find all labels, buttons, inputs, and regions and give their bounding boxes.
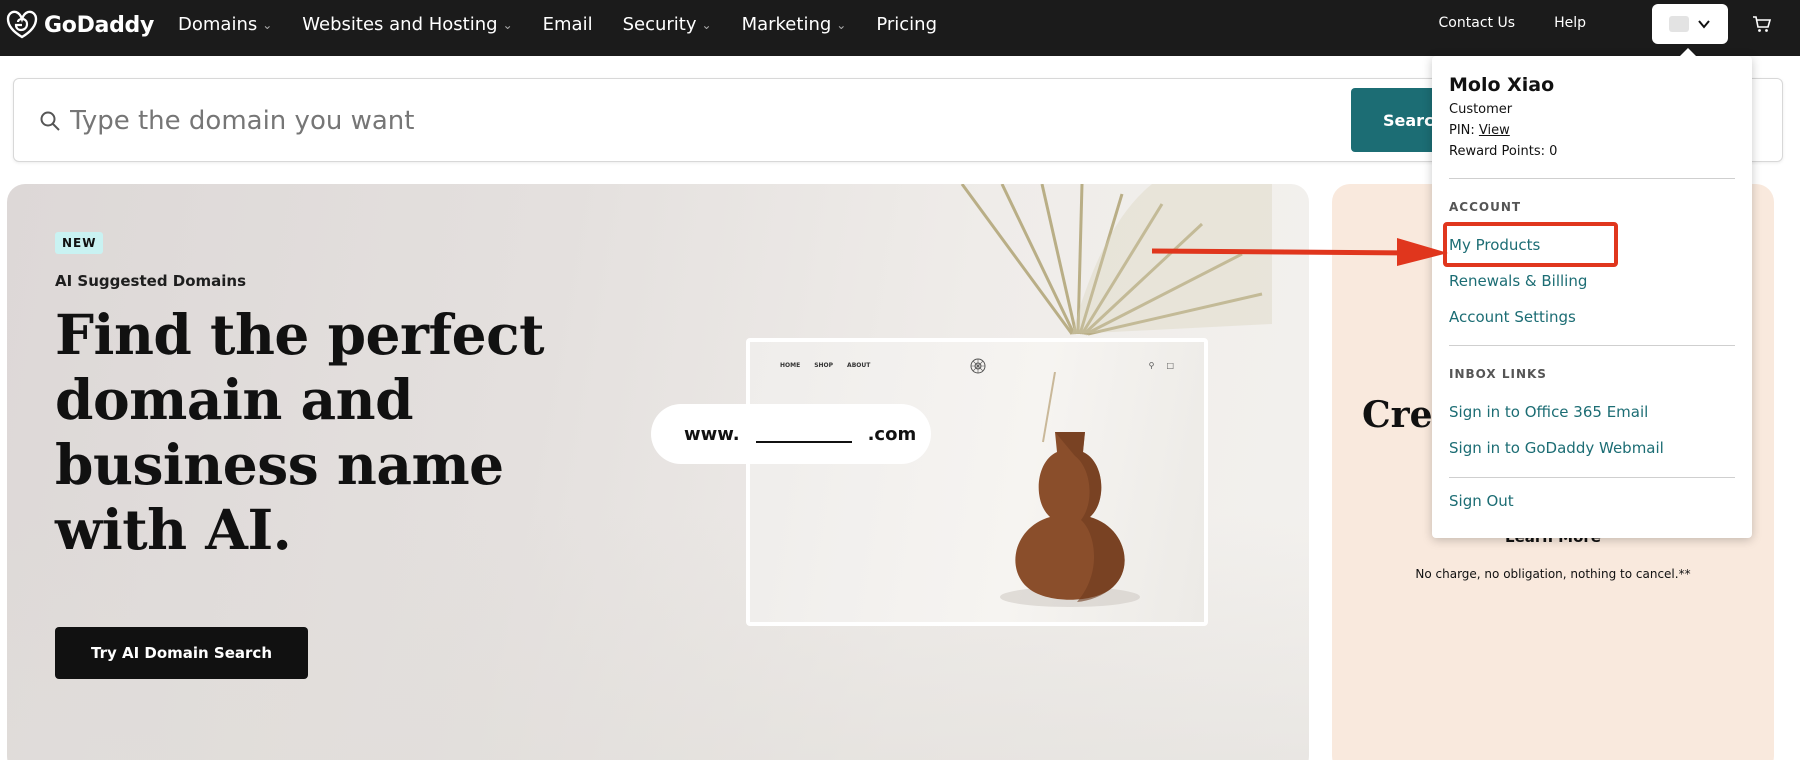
main-nav: Domains ⌄ Websites and Hosting ⌄ Email S… (178, 0, 937, 48)
chevron-down-icon: ⌄ (262, 18, 273, 32)
cart-icon: □ (1166, 361, 1174, 370)
nav-marketing[interactable]: Marketing ⌄ (742, 14, 847, 35)
customer-label: Customer (1449, 102, 1513, 117)
office-365-email-link[interactable]: Sign in to Office 365 Email (1449, 403, 1648, 421)
nav-email-label: Email (542, 13, 593, 35)
url-blank-line (755, 441, 852, 443)
new-badge: NEW (55, 232, 104, 254)
godaddy-logo[interactable]: GoDaddy (6, 9, 154, 41)
cart-icon[interactable] (1752, 14, 1772, 34)
promo-fine-print: No charge, no obligation, nothing to can… (1415, 567, 1691, 581)
website-mockup: HOME SHOP ABOUT ⚲ □ (746, 338, 1208, 626)
nav-websites-hosting-label: Websites and Hosting (302, 13, 498, 35)
mockup-icons: ⚲ □ (1149, 361, 1174, 370)
hero-subtitle: AI Suggested Domains (55, 272, 247, 290)
url-suffix: .com (867, 423, 917, 445)
godaddy-webmail-link[interactable]: Sign in to GoDaddy Webmail (1449, 439, 1664, 457)
search-icon: ⚲ (1148, 361, 1155, 370)
divider (1449, 477, 1735, 478)
brand-name: GoDaddy (44, 12, 155, 38)
account-menu-button[interactable] (1652, 4, 1728, 44)
mockup-nav-shop: SHOP (814, 362, 834, 369)
mockup-nav-about: ABOUT (847, 362, 871, 369)
avatar (1669, 16, 1689, 32)
nav-pricing-label: Pricing (876, 13, 938, 35)
dropdown-caret (1678, 48, 1698, 58)
chevron-down-icon (1698, 20, 1710, 29)
nav-websites-hosting[interactable]: Websites and Hosting ⌄ (302, 14, 512, 35)
account-section-heading: ACCOUNT (1449, 200, 1522, 214)
reward-points: Reward Points: 0 (1449, 144, 1558, 159)
nav-pricing[interactable]: Pricing (876, 14, 937, 35)
chevron-down-icon: ⌄ (836, 18, 847, 32)
inbox-links-heading: INBOX LINKS (1449, 367, 1547, 381)
try-ai-domain-search-button[interactable]: Try AI Domain Search (55, 627, 308, 679)
pin-label: PIN: (1449, 123, 1475, 138)
my-products-highlight-box (1443, 222, 1618, 267)
vase-image (1000, 372, 1140, 607)
account-dropdown: Molo Xiao Customer PIN: View Reward Poin… (1432, 56, 1752, 538)
nav-email[interactable]: Email (543, 14, 593, 35)
hero-banner: NEW AI Suggested Domains Find the perfec… (7, 184, 1309, 760)
nav-domains[interactable]: Domains ⌄ (178, 14, 272, 35)
domain-url-pill: www. .com (651, 404, 931, 464)
sign-out-link[interactable]: Sign Out (1449, 492, 1514, 510)
pin-row: PIN: View (1449, 123, 1510, 138)
nav-domains-label: Domains (178, 13, 258, 35)
pin-view-link[interactable]: View (1479, 123, 1510, 138)
url-prefix: www. (684, 423, 740, 445)
divider (1449, 178, 1735, 179)
hero-title: Find the perfect domain and business nam… (55, 302, 545, 562)
help-link[interactable]: Help (1554, 15, 1586, 31)
top-navigation: GoDaddy Domains ⌄ Websites and Hosting ⌄… (0, 0, 1800, 56)
chevron-down-icon: ⌄ (502, 18, 513, 32)
customer-number: Customer (1449, 102, 1512, 117)
divider (1449, 345, 1735, 346)
godaddy-logo-icon (6, 10, 38, 39)
mockup-nav-home: HOME (780, 362, 801, 369)
nav-marketing-label: Marketing (741, 13, 832, 35)
chevron-down-icon: ⌄ (701, 18, 712, 32)
nav-security-label: Security (622, 13, 697, 35)
user-name: Molo Xiao (1449, 74, 1555, 96)
annotation-arrow-icon (1152, 238, 1448, 266)
domain-search-input[interactable] (70, 93, 1290, 149)
renewals-billing-link[interactable]: Renewals & Billing (1449, 272, 1587, 290)
nav-security[interactable]: Security ⌄ (623, 14, 712, 35)
search-icon (40, 111, 60, 131)
account-settings-link[interactable]: Account Settings (1449, 308, 1576, 326)
mockup-nav: HOME SHOP ABOUT (780, 362, 870, 369)
contact-us-link[interactable]: Contact Us (1439, 15, 1515, 31)
